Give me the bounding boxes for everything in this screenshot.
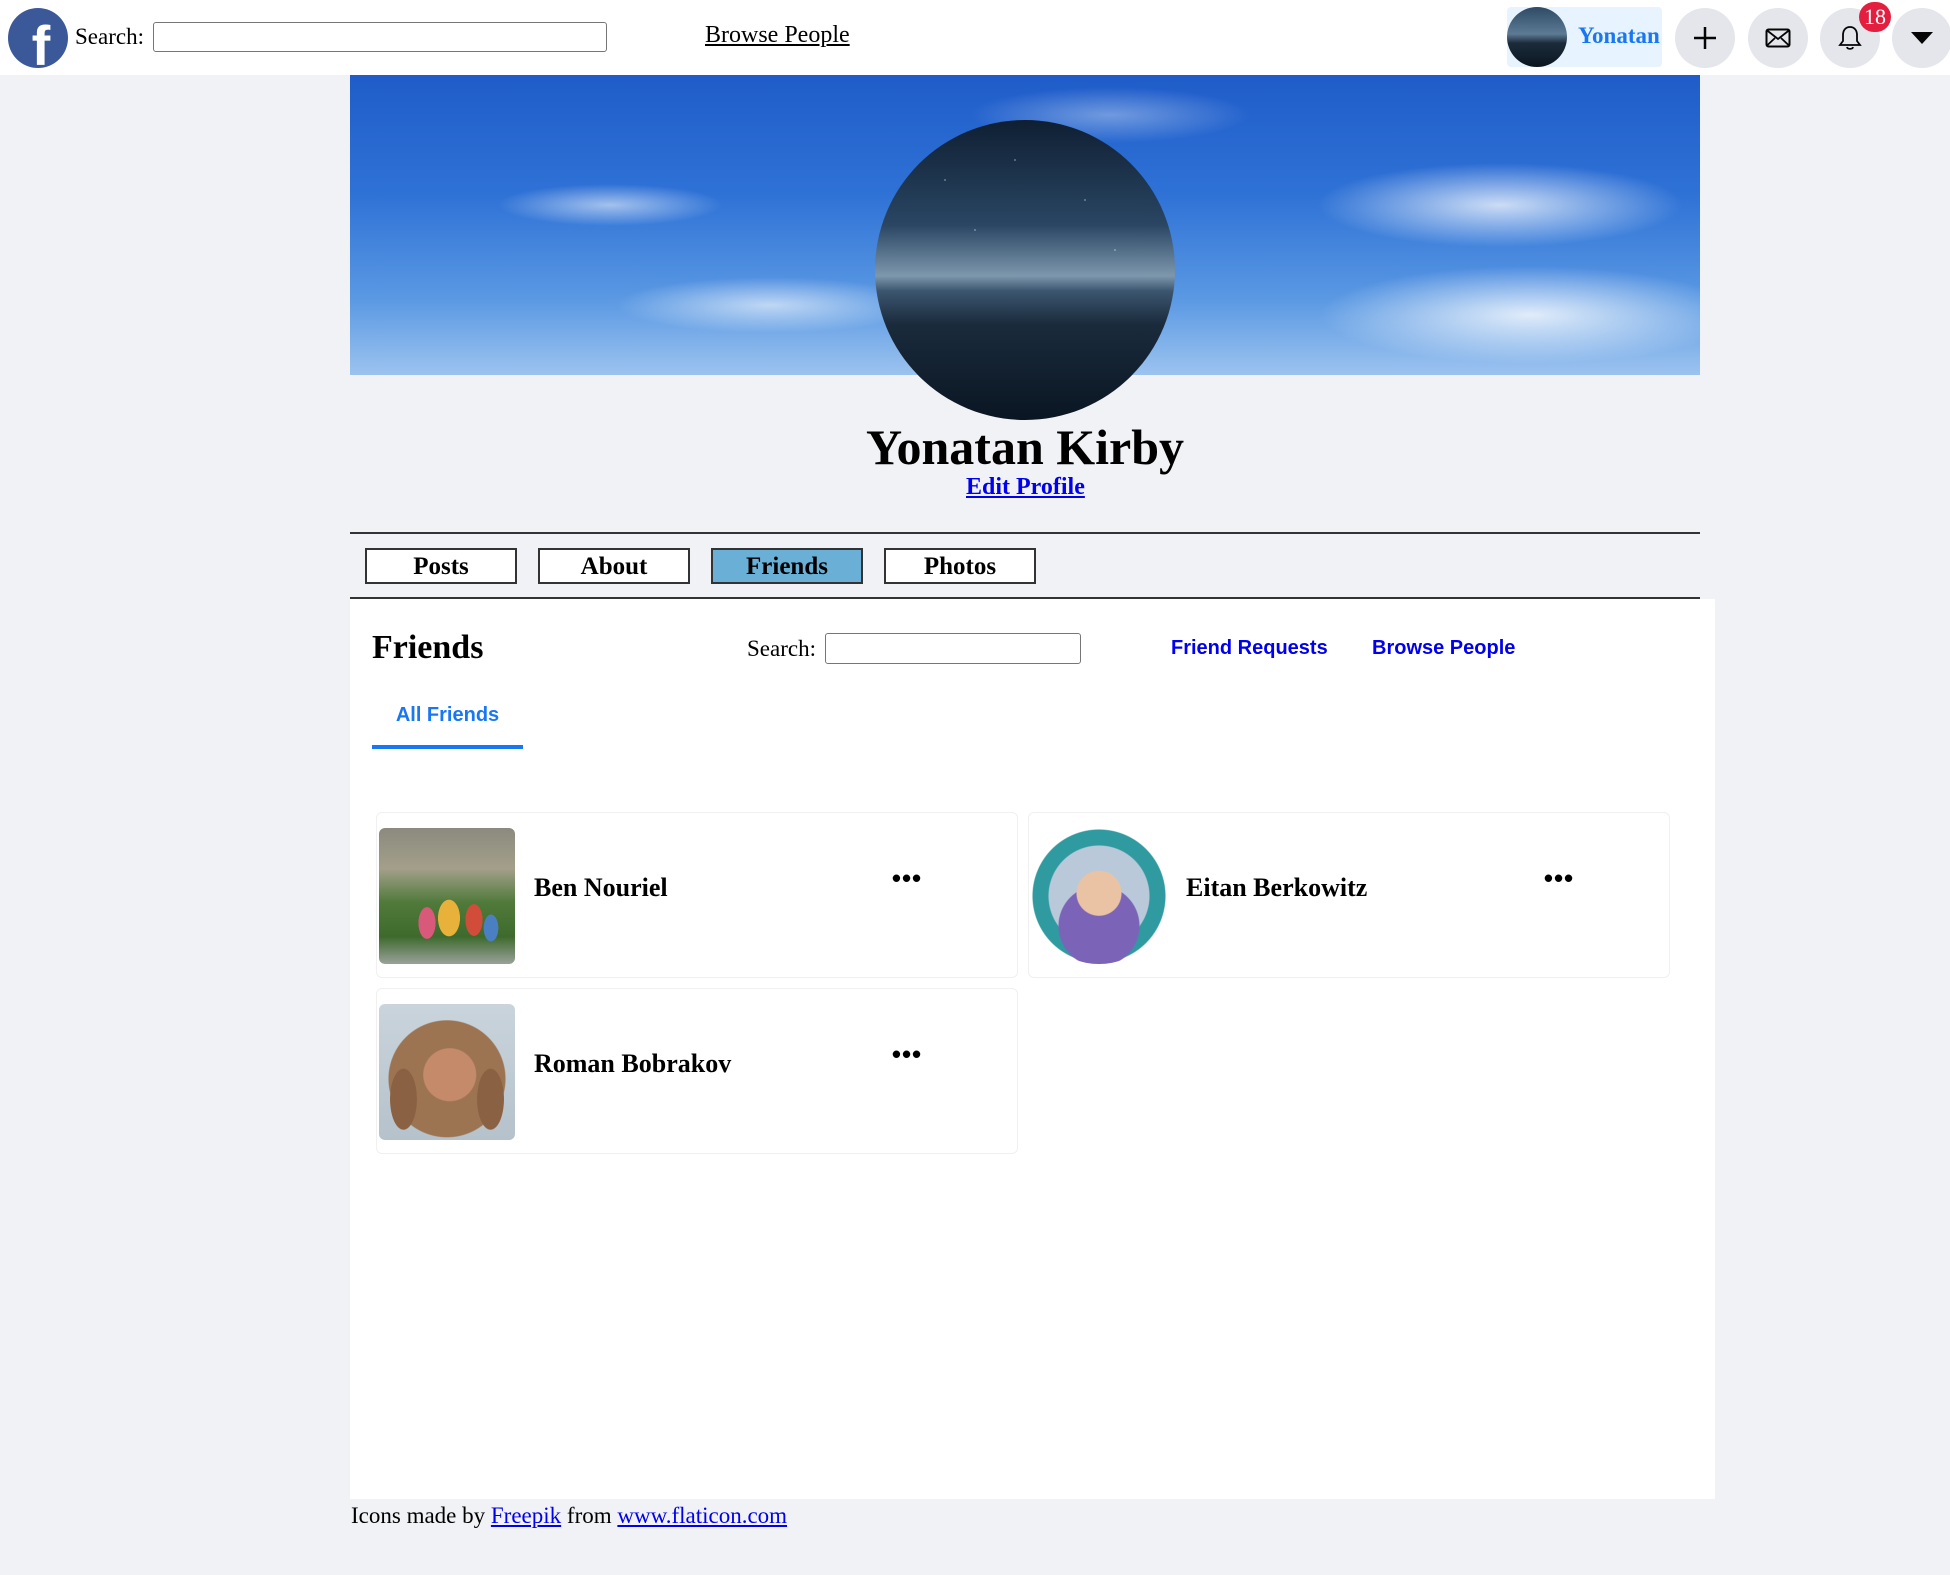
caret-down-icon (1911, 32, 1933, 44)
top-browse-people-link[interactable]: Browse People (705, 22, 850, 49)
avatar (1507, 7, 1567, 67)
top-search-input[interactable] (153, 22, 607, 52)
friends-panel: Friends Search: Friend Requests Browse P… (350, 599, 1715, 1499)
footer-attribution: Icons made by Freepik from www.flaticon.… (351, 1503, 787, 1529)
account-menu-button[interactable] (1892, 8, 1950, 68)
profile-picture (875, 120, 1175, 420)
top-navigation-bar: f Search: Browse People Yonatan 18 (0, 0, 1950, 75)
more-options-icon[interactable]: ••• (1539, 863, 1579, 903)
flaticon-link[interactable]: www.flaticon.com (617, 1503, 787, 1528)
tab-friends[interactable]: Friends (711, 548, 863, 584)
plus-icon (1694, 27, 1716, 49)
friends-search-label: Search: (747, 636, 816, 661)
edit-profile-link[interactable]: Edit Profile (966, 474, 1085, 501)
profile-name: Yonatan Kirby (865, 419, 1185, 475)
facebook-logo-icon[interactable]: f (8, 8, 68, 68)
divider (350, 532, 1700, 534)
mail-icon (1765, 28, 1791, 48)
more-options-icon[interactable]: ••• (887, 1039, 927, 1079)
friend-photo[interactable] (1031, 828, 1167, 964)
friend-photo[interactable] (379, 1004, 515, 1140)
friend-card[interactable]: Roman Bobrakov ••• (376, 988, 1018, 1154)
tab-posts[interactable]: Posts (365, 548, 517, 584)
user-profile-chip[interactable]: Yonatan (1507, 7, 1662, 67)
friend-card[interactable]: Eitan Berkowitz ••• (1028, 812, 1670, 978)
messages-button[interactable] (1748, 8, 1808, 68)
friend-name[interactable]: Ben Nouriel (534, 873, 668, 903)
tab-all-friends[interactable]: All Friends (372, 687, 523, 749)
create-button[interactable] (1675, 8, 1735, 68)
footer-prefix: Icons made by (351, 1503, 486, 1528)
friend-requests-link[interactable]: Friend Requests (1171, 637, 1328, 660)
user-name: Yonatan (1578, 23, 1660, 48)
more-options-icon[interactable]: ••• (887, 863, 927, 903)
friend-name[interactable]: Roman Bobrakov (534, 1049, 731, 1079)
bell-icon (1838, 26, 1862, 50)
friend-name[interactable]: Eitan Berkowitz (1186, 873, 1367, 903)
tab-photos[interactable]: Photos (884, 548, 1036, 584)
browse-people-link[interactable]: Browse People (1372, 637, 1515, 660)
friends-search-input[interactable] (825, 633, 1081, 664)
footer-middle: from (566, 1503, 612, 1528)
top-search-label: Search: (75, 24, 144, 49)
friends-title: Friends (372, 629, 484, 666)
friend-photo[interactable] (379, 828, 515, 964)
tab-about[interactable]: About (538, 548, 690, 584)
freepik-link[interactable]: Freepik (491, 1503, 561, 1528)
notification-count-badge: 18 (1859, 2, 1891, 32)
friend-card[interactable]: Ben Nouriel ••• (376, 812, 1018, 978)
